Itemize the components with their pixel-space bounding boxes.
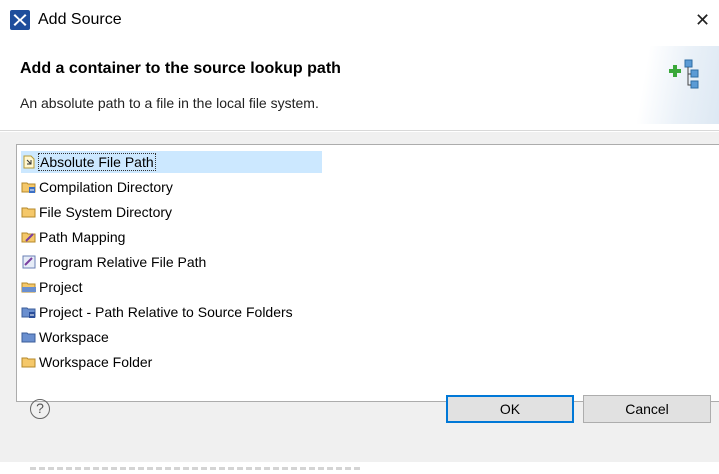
list-item-absolute-file-path[interactable]: Absolute File Path — [21, 151, 322, 173]
list-item-label: Project - Path Relative to Source Folder… — [39, 304, 293, 320]
list-item-project-path-relative[interactable]: Project - Path Relative to Source Folder… — [21, 301, 293, 323]
folder-icon — [21, 207, 36, 218]
help-button[interactable]: ? — [30, 399, 50, 419]
list-item-label: Program Relative File Path — [39, 254, 207, 270]
list-item-path-mapping[interactable]: Path Mapping — [21, 226, 125, 248]
cancel-button[interactable]: Cancel — [583, 395, 711, 423]
project-relative-icon — [21, 307, 36, 318]
add-source-dialog: Add Source ✕ Add a container to the sour… — [0, 0, 719, 463]
list-item-compilation-directory[interactable]: Compilation Directory — [21, 176, 173, 198]
page: Add Source ✕ Add a container to the sour… — [0, 0, 719, 474]
compilation-directory-icon — [21, 182, 36, 193]
dialog-body: Absolute File Path Compilation Directory… — [0, 131, 719, 463]
source-type-list[interactable]: Absolute File Path Compilation Directory… — [16, 144, 719, 402]
folder-icon — [21, 357, 36, 368]
title-bar[interactable]: Add Source ✕ — [0, 0, 719, 40]
list-item-workspace-folder[interactable]: Workspace Folder — [21, 351, 152, 373]
header-title: Add a container to the source lookup pat… — [20, 60, 341, 77]
list-item-label: Workspace Folder — [39, 354, 153, 370]
list-item-label: File System Directory — [39, 204, 173, 220]
list-item-label: Workspace — [39, 329, 109, 345]
list-item-label: Absolute File Path — [38, 153, 156, 171]
eclipse-x-icon — [10, 10, 30, 30]
list-item-label: Compilation Directory — [39, 179, 173, 195]
list-item-program-relative-file-path[interactable]: Program Relative File Path — [21, 251, 206, 273]
background-strip — [0, 462, 719, 474]
list-item-file-system-directory[interactable]: File System Directory — [21, 201, 172, 223]
workspace-icon — [21, 332, 36, 343]
list-item-label: Path Mapping — [39, 229, 126, 245]
path-mapping-icon — [21, 232, 36, 243]
absolute-file-path-icon — [23, 155, 35, 169]
background-text-fragment — [30, 467, 360, 470]
project-icon — [21, 282, 36, 293]
header-description: An absolute path to a file in the local … — [20, 95, 319, 111]
program-relative-path-icon — [22, 255, 36, 269]
ok-button[interactable]: OK — [446, 395, 574, 423]
dialog-header: Add a container to the source lookup pat… — [0, 40, 719, 131]
list-item-project[interactable]: Project — [21, 276, 83, 298]
close-button[interactable]: ✕ — [695, 8, 719, 32]
list-item-workspace[interactable]: Workspace — [21, 326, 109, 348]
list-item-label: Project — [39, 279, 83, 295]
add-source-container-icon — [669, 59, 699, 89]
window-title: Add Source — [38, 11, 122, 28]
